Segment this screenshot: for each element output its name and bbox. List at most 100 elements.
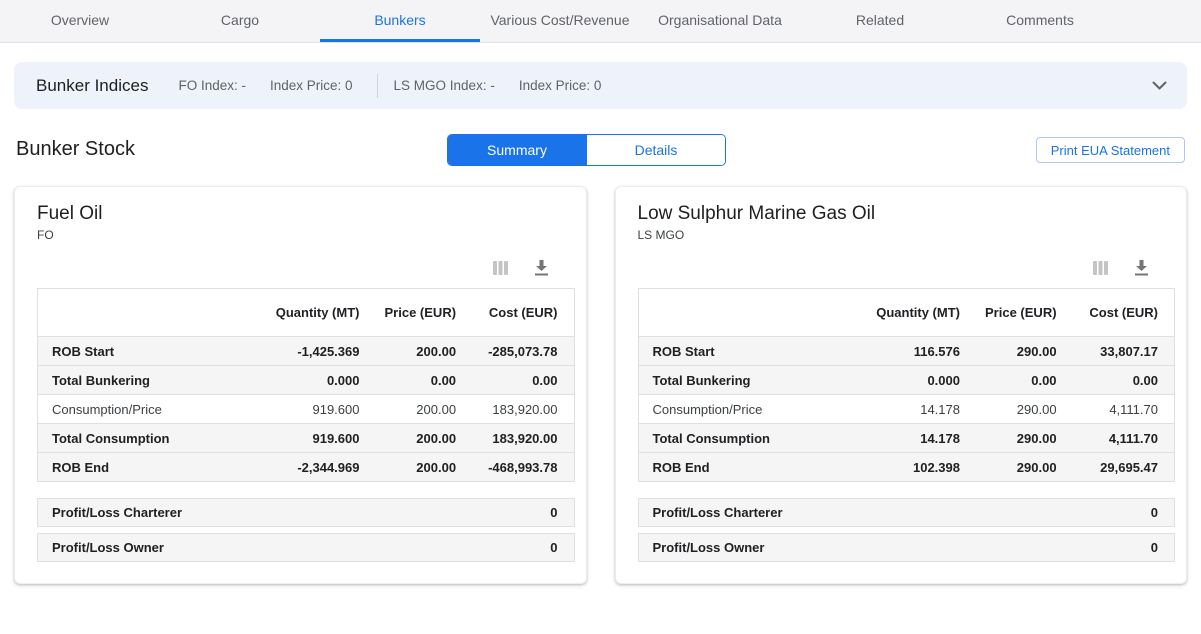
row-price: 290.00 [976, 337, 1073, 366]
row-quantity: 14.178 [863, 424, 976, 453]
row-label: Consumption/Price [638, 395, 863, 424]
chevron-down-icon[interactable] [1152, 81, 1167, 90]
row-cost: 33,807.17 [1073, 337, 1175, 366]
row-quantity: 0.000 [863, 366, 976, 395]
row-cost: 29,695.47 [1073, 453, 1175, 482]
column-header-cost: Cost (EUR) [1073, 289, 1175, 337]
pnl-label: Profit/Loss Owner [38, 540, 164, 555]
bunker-indices-title: Bunker Indices [36, 76, 148, 96]
pnl-label: Profit/Loss Charterer [38, 505, 182, 520]
row-cost: 0.00 [1073, 366, 1175, 395]
table-header-row: Quantity (MT) Price (EUR) Cost (EUR) [38, 289, 575, 337]
column-header-empty [38, 289, 263, 337]
row-cost: -468,993.78 [472, 453, 574, 482]
row-label: ROB End [38, 453, 263, 482]
bunker-indices-bar: Bunker Indices FO Index: - Index Price: … [14, 62, 1187, 109]
table-row-total-bunkering: Total Bunkering 0.000 0.00 0.00 [638, 366, 1175, 395]
column-header-quantity: Quantity (MT) [863, 289, 976, 337]
row-label: ROB Start [38, 337, 263, 366]
card-title: Low Sulphur Marine Gas Oil [638, 203, 1176, 225]
row-label: Total Bunkering [638, 366, 863, 395]
row-cost: 4,111.70 [1073, 395, 1175, 424]
row-quantity: 919.600 [263, 395, 376, 424]
row-price: 200.00 [375, 395, 472, 424]
fuel-oil-card: Fuel Oil FO Quantity (MT) Price (EUR) Co… [14, 186, 587, 584]
card-code: LS MGO [638, 228, 1176, 242]
table-row-rob-end: ROB End -2,344.969 200.00 -468,993.78 [38, 453, 575, 482]
profit-loss-owner-row: Profit/Loss Owner 0 [638, 533, 1176, 562]
table-row-rob-start: ROB Start -1,425.369 200.00 -285,073.78 [38, 337, 575, 366]
bunker-stock-title: Bunker Stock [16, 138, 135, 161]
fuel-oil-table: Quantity (MT) Price (EUR) Cost (EUR) ROB… [37, 288, 575, 482]
tab-related[interactable]: Related [800, 0, 960, 42]
card-code: FO [37, 228, 575, 242]
download-icon[interactable] [534, 260, 549, 276]
column-header-quantity: Quantity (MT) [263, 289, 376, 337]
download-icon[interactable] [1134, 260, 1149, 276]
row-quantity: -1,425.369 [263, 337, 376, 366]
row-cost: -285,073.78 [472, 337, 574, 366]
row-price: 0.00 [976, 366, 1073, 395]
row-quantity: -2,344.969 [263, 453, 376, 482]
row-label: Total Consumption [38, 424, 263, 453]
row-price: 290.00 [976, 453, 1073, 482]
table-columns-icon[interactable] [1093, 261, 1108, 275]
tab-bunkers[interactable]: Bunkers [320, 0, 480, 42]
bunker-stock-header: Bunker Stock Summary Details Print EUA S… [16, 134, 1185, 168]
column-header-empty [638, 289, 863, 337]
ls-mgo-index-value: LS MGO Index: - [394, 78, 495, 93]
ls-mgo-table: Quantity (MT) Price (EUR) Cost (EUR) ROB… [638, 288, 1176, 482]
row-quantity: 919.600 [263, 424, 376, 453]
print-eua-statement-button[interactable]: Print EUA Statement [1036, 137, 1185, 163]
row-quantity: 0.000 [263, 366, 376, 395]
bunker-stock-cards: Fuel Oil FO Quantity (MT) Price (EUR) Co… [14, 186, 1187, 584]
row-label: ROB End [638, 453, 863, 482]
table-row-rob-end: ROB End 102.398 290.00 29,695.47 [638, 453, 1175, 482]
summary-details-toggle: Summary Details [447, 134, 726, 166]
table-row-rob-start: ROB Start 116.576 290.00 33,807.17 [638, 337, 1175, 366]
row-cost: 4,111.70 [1073, 424, 1175, 453]
row-quantity: 102.398 [863, 453, 976, 482]
row-price: 200.00 [375, 453, 472, 482]
table-columns-icon[interactable] [493, 261, 508, 275]
row-quantity: 14.178 [863, 395, 976, 424]
row-price: 0.00 [375, 366, 472, 395]
ls-mgo-index-price: Index Price: 0 [519, 78, 602, 93]
row-cost: 183,920.00 [472, 395, 574, 424]
top-tab-bar: Overview Cargo Bunkers Various Cost/Reve… [0, 0, 1201, 43]
row-label: Total Consumption [638, 424, 863, 453]
row-price: 290.00 [976, 395, 1073, 424]
row-price: 200.00 [375, 424, 472, 453]
details-toggle-button[interactable]: Details [586, 135, 725, 165]
indices-divider [377, 74, 378, 98]
pnl-value: 0 [550, 540, 573, 555]
pnl-value: 0 [1151, 505, 1174, 520]
summary-toggle-button[interactable]: Summary [448, 135, 586, 165]
row-cost: 0.00 [472, 366, 574, 395]
tab-overview[interactable]: Overview [0, 0, 160, 42]
fo-index-price: Index Price: 0 [270, 78, 353, 93]
tab-comments[interactable]: Comments [960, 0, 1120, 42]
table-row-consumption-price: Consumption/Price 14.178 290.00 4,111.70 [638, 395, 1175, 424]
table-row-consumption-price: Consumption/Price 919.600 200.00 183,920… [38, 395, 575, 424]
column-header-price: Price (EUR) [976, 289, 1073, 337]
row-label: Consumption/Price [38, 395, 263, 424]
tab-organisational-data[interactable]: Organisational Data [640, 0, 800, 42]
row-price: 290.00 [976, 424, 1073, 453]
tab-various-cost-revenue[interactable]: Various Cost/Revenue [480, 0, 640, 42]
tab-cargo[interactable]: Cargo [160, 0, 320, 42]
ls-mgo-card: Low Sulphur Marine Gas Oil LS MGO Quanti… [615, 186, 1188, 584]
row-label: ROB Start [638, 337, 863, 366]
row-cost: 183,920.00 [472, 424, 574, 453]
pnl-value: 0 [550, 505, 573, 520]
profit-loss-owner-row: Profit/Loss Owner 0 [37, 533, 575, 562]
pnl-label: Profit/Loss Owner [639, 540, 765, 555]
row-price: 200.00 [375, 337, 472, 366]
fo-index-value: FO Index: - [178, 78, 246, 93]
table-row-total-consumption: Total Consumption 919.600 200.00 183,920… [38, 424, 575, 453]
table-row-total-consumption: Total Consumption 14.178 290.00 4,111.70 [638, 424, 1175, 453]
table-header-row: Quantity (MT) Price (EUR) Cost (EUR) [638, 289, 1175, 337]
column-header-cost: Cost (EUR) [472, 289, 574, 337]
pnl-value: 0 [1151, 540, 1174, 555]
profit-loss-charterer-row: Profit/Loss Charterer 0 [638, 498, 1176, 527]
